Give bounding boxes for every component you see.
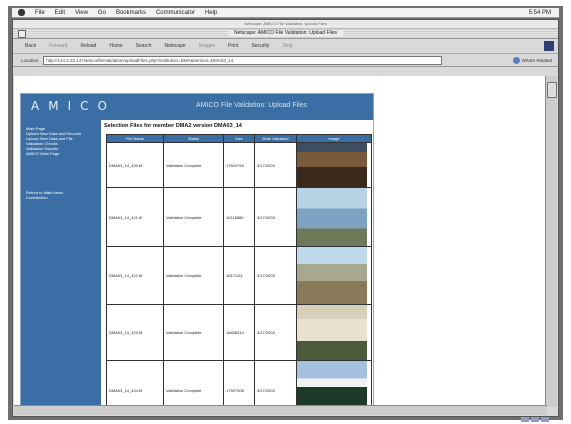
menu-bookmarks[interactable]: Bookmarks [116,10,146,16]
cell-date: 3/17/2003 [254,187,297,247]
menu-clock: 5:54 PM [528,9,551,16]
composer-status-icon[interactable] [541,417,549,422]
cell-file-name: DMA03_14_423.tif [106,304,164,361]
horizontal-scrollbar[interactable] [14,405,547,415]
window-title: Netscape: AMICO File Validation: Upload … [227,30,344,37]
security-button[interactable]: Security [249,42,271,50]
menu-view[interactable]: View [75,10,88,16]
files-table: File Name Status Size Date Validated Ima… [106,134,372,407]
reload-button[interactable]: Reload [78,42,98,50]
column-header-image: Image [296,134,372,143]
cell-date: 3/17/2003 [254,360,297,407]
sidebar-links: Main Page Upload New Data and Records Up… [26,126,81,156]
table-row: DMA03_14_420.tif Validation Complete 176… [106,142,372,188]
cell-file-name: DMA03_14_422.tif [106,246,164,305]
table-row: DMA03_14_423.tif Validation Complete 168… [106,304,372,361]
table-row: DMA03_14_422.tif Validation Complete 181… [106,246,372,305]
netscape-logo-icon [544,41,554,51]
forward-button[interactable]: Forward [47,42,69,50]
security-status-icon[interactable] [521,417,529,422]
images-button[interactable]: Images [197,42,217,50]
menu-bar: File Edit View Go Bookmarks Communicator… [12,8,559,18]
cell-status: Validation Complete [163,360,224,407]
location-url-field[interactable]: http://134.2.32.147/amico/fileValidation… [43,55,443,65]
amico-logo[interactable]: AMICO [31,99,116,113]
menu-go[interactable]: Go [98,10,106,16]
sidebar-links-secondary: Return to Main Menu Contribution [26,190,63,200]
banner-title: AMICO File Validation: Upload Files [196,102,308,109]
thumbnail-image[interactable] [297,143,367,187]
table-row: DMA03_14_424.tif Validation Complete 175… [106,360,372,407]
thumbnail-image[interactable] [297,188,367,246]
column-header-file-name: File Name [106,134,164,143]
whats-related-button[interactable]: What's Related [512,56,552,64]
browser-window: Netscape: AMICO File Validation: Upload … [12,19,559,417]
column-header-date: Date Validated [254,134,297,143]
location-bar: Location: http://134.2.32.147/amico/file… [13,54,558,67]
cell-status: Validation Complete [163,246,224,305]
vertical-scrollbar[interactable] [545,76,557,407]
cell-size: 18171111 [223,246,255,305]
cell-size: 16116880 [223,187,255,247]
cell-image [296,142,372,188]
sidebar-link[interactable]: Contribution [26,195,63,200]
back-button[interactable]: Back [23,42,38,50]
table-header-row: File Name Status Size Date Validated Ima… [106,134,372,143]
cell-status: Validation Complete [163,304,224,361]
table-row: DMA03_14_421.tif Validation Complete 161… [106,187,372,247]
column-header-status: Status [163,134,224,143]
menu-edit[interactable]: Edit [55,10,65,16]
amico-page: AMICO AMICO File Validation: Upload File… [20,93,374,407]
cell-image [296,187,372,247]
stop-button[interactable]: Stop [280,42,294,50]
status-icons [521,417,549,422]
cell-date: 3/17/2003 [254,304,297,361]
cell-size: 17604793 [223,142,255,188]
mail-status-icon[interactable] [531,417,539,422]
cell-image [296,304,372,361]
cell-file-name: DMA03_14_420.tif [106,142,164,188]
window-subtitle: Netscape: AMICO File Validation: Upload … [13,20,558,29]
print-button[interactable]: Print [226,42,240,50]
cell-file-name: DMA03_14_421.tif [106,187,164,247]
page-heading: Selection Files for member DMA2 version … [104,123,242,129]
page-content: AMICO AMICO File Validation: Upload File… [14,76,546,407]
column-header-size: Size [223,134,255,143]
cell-image [296,246,372,305]
menu-communicator[interactable]: Communicator [156,10,195,16]
cell-status: Validation Complete [163,142,224,188]
navigation-toolbar: Back Forward Reload Home Search Netscape… [13,39,558,54]
cell-size: 17507408 [223,360,255,407]
menu-help[interactable]: Help [205,10,217,16]
apple-menu-icon[interactable] [18,9,25,16]
cell-status: Validation Complete [163,187,224,247]
cell-date: 3/17/2003 [254,246,297,305]
netscape-button[interactable]: Netscape [163,42,188,50]
cell-size: 16838310 [223,304,255,361]
cell-file-name: DMA03_14_424.tif [106,360,164,407]
scrollbar-thumb[interactable] [547,82,557,98]
cell-image [296,360,372,407]
home-button[interactable]: Home [107,42,124,50]
thumbnail-image[interactable] [297,247,367,304]
window-titlebar[interactable]: Netscape: AMICO File Validation: Upload … [13,29,558,39]
close-box-icon[interactable] [18,30,26,38]
thumbnail-image[interactable] [297,305,367,360]
location-label: Location: [21,57,40,63]
thumbnail-image[interactable] [297,361,367,407]
whats-related-icon [512,56,520,64]
menu-file[interactable]: File [35,10,45,16]
page-banner: AMICO AMICO File Validation: Upload File… [21,94,373,120]
search-button[interactable]: Search [134,42,154,50]
cell-date: 3/17/2003 [254,142,297,188]
whats-related-label: What's Related [521,57,552,63]
sidebar-link[interactable]: AMICO Main Page [26,151,81,156]
